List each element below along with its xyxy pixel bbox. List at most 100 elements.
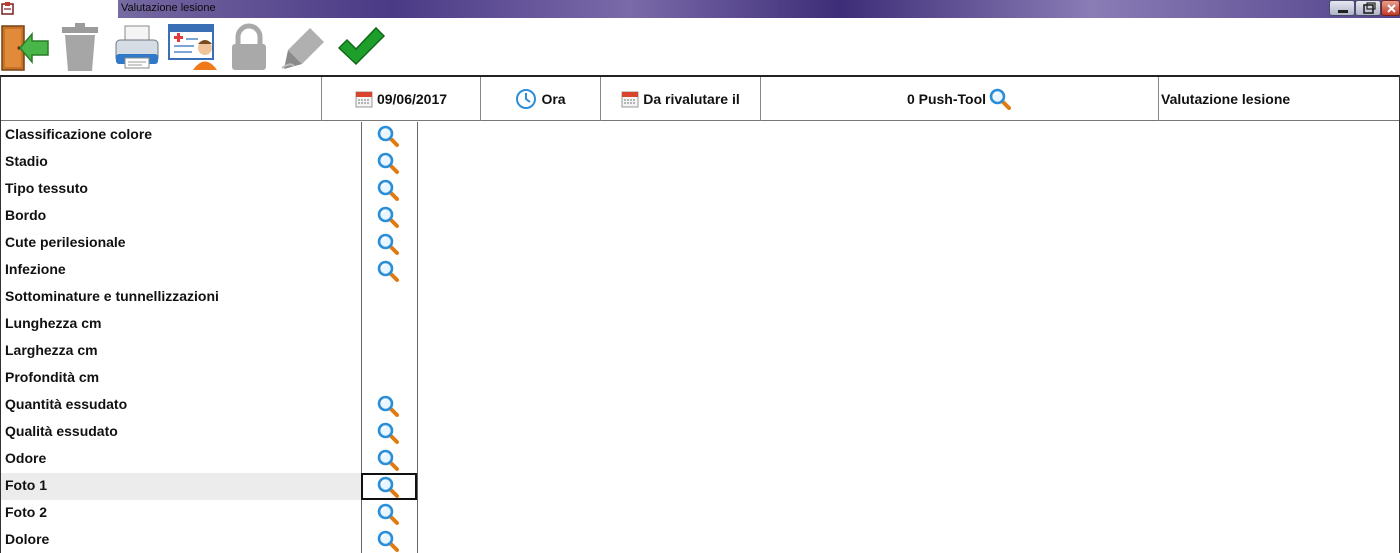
row-label: Larghezza cm — [5, 342, 98, 358]
sign-button[interactable] — [280, 22, 330, 72]
header-evaluation: Valutazione lesione — [1161, 91, 1291, 107]
calendar-icon — [355, 90, 373, 108]
header-evaluation-cell: Valutazione lesione — [1159, 77, 1399, 121]
table-row[interactable]: Odore — [1, 446, 1399, 473]
lookup-cell[interactable] — [361, 446, 417, 473]
search-icon[interactable] — [376, 124, 400, 148]
search-icon[interactable] — [988, 87, 1012, 111]
exit-button[interactable] — [0, 22, 50, 72]
lookup-cell — [361, 284, 417, 311]
row-label: Foto 2 — [5, 504, 47, 520]
row-label: Classificazione colore — [5, 126, 153, 142]
search-icon[interactable] — [376, 421, 400, 445]
lookup-cell[interactable] — [361, 392, 417, 419]
close-icon — [1387, 4, 1396, 13]
lookup-cell[interactable] — [361, 230, 417, 257]
restore-button[interactable] — [1355, 0, 1381, 16]
search-icon[interactable] — [376, 151, 400, 175]
table-row[interactable]: Foto 1 — [1, 473, 1399, 500]
lookup-cell[interactable] — [361, 419, 417, 446]
search-icon[interactable] — [376, 232, 400, 256]
table-row[interactable]: Larghezza cm — [1, 338, 1399, 365]
row-label: Dolore — [5, 531, 50, 547]
print-button[interactable] — [112, 22, 162, 72]
lookup-cell[interactable] — [361, 500, 417, 527]
lookup-cell — [361, 365, 417, 392]
patient-record-button[interactable] — [168, 22, 218, 72]
exit-door-icon — [1, 25, 49, 71]
lookup-cell[interactable] — [361, 203, 417, 230]
minimize-icon — [1338, 10, 1348, 13]
search-icon[interactable] — [376, 502, 400, 526]
row-label: Foto 1 — [1, 473, 361, 500]
row-label: Odore — [5, 450, 47, 466]
window-title: Valutazione lesione — [121, 2, 216, 14]
delete-button[interactable] — [56, 22, 106, 72]
table-row[interactable]: Cute perilesionale — [1, 230, 1399, 257]
table-row[interactable]: Infezione — [1, 257, 1399, 284]
search-icon[interactable] — [376, 529, 400, 553]
row-label: Lunghezza cm — [5, 315, 102, 331]
row-label: Tipo tessuto — [5, 180, 88, 196]
lookup-cell[interactable] — [361, 149, 417, 176]
table-row[interactable]: Profondità cm — [1, 365, 1399, 392]
confirm-button[interactable] — [336, 22, 386, 72]
lookup-cell[interactable] — [361, 473, 417, 500]
search-icon[interactable] — [376, 394, 400, 418]
lookup-cell[interactable] — [361, 257, 417, 284]
table-row[interactable]: Quantità essudato — [1, 392, 1399, 419]
printer-icon — [115, 25, 159, 69]
row-label: Qualità essudato — [5, 423, 118, 439]
header-time: Ora — [541, 91, 566, 107]
patient-card-icon — [168, 24, 217, 70]
header-revaluate-cell[interactable]: Da rivalutare il — [601, 77, 761, 121]
search-icon[interactable] — [376, 475, 400, 499]
row-label: Bordo — [5, 207, 47, 223]
table-row[interactable]: Lunghezza cm — [1, 311, 1399, 338]
lesion-grid: 09/06/2017 Ora Da rivalutare il 0 Push-T… — [0, 75, 1400, 553]
checkmark-icon — [337, 26, 386, 66]
row-label: Stadio — [5, 153, 48, 169]
app-icon-area — [0, 0, 118, 18]
table-row[interactable]: Stadio — [1, 149, 1399, 176]
clock-icon — [516, 89, 537, 109]
header-push-tool-cell[interactable]: 0 Push-Tool — [761, 77, 1159, 121]
lookup-cell — [361, 338, 417, 365]
close-button[interactable] — [1381, 0, 1400, 16]
app-icon — [1, 2, 14, 15]
table-row[interactable]: Tipo tessuto — [1, 176, 1399, 203]
search-icon[interactable] — [376, 259, 400, 283]
row-label: Profondità cm — [5, 369, 100, 385]
header-time-cell[interactable]: Ora — [481, 77, 601, 121]
lock-icon — [232, 23, 266, 70]
header-revaluate: Da rivalutare il — [643, 91, 740, 107]
row-label: Quantità essudato — [5, 396, 128, 412]
row-label: Sottominature e tunnellizzazioni — [5, 288, 219, 304]
lookup-cell[interactable] — [361, 122, 417, 149]
row-label: Cute perilesionale — [5, 234, 126, 250]
lookup-cell[interactable] — [361, 176, 417, 203]
search-icon[interactable] — [376, 205, 400, 229]
lookup-cell — [361, 311, 417, 338]
table-row[interactable]: Sottominature e tunnellizzazioni — [1, 284, 1399, 311]
minimize-button[interactable] — [1329, 0, 1355, 16]
restore-icon — [1363, 2, 1376, 14]
toolbar — [0, 18, 1400, 74]
search-icon[interactable] — [376, 448, 400, 472]
table-row[interactable]: Classificazione colore — [1, 122, 1399, 149]
header-empty-cell — [1, 77, 321, 121]
table-row[interactable]: Qualità essudato — [1, 419, 1399, 446]
table-row[interactable]: Dolore — [1, 527, 1399, 553]
table-row[interactable]: Foto 2 — [1, 500, 1399, 527]
table-row[interactable]: Bordo — [1, 203, 1399, 230]
header-date-cell[interactable]: 09/06/2017 — [321, 77, 481, 121]
grid-header: 09/06/2017 Ora Da rivalutare il 0 Push-T… — [1, 77, 1399, 121]
calendar-icon — [621, 90, 639, 108]
header-date: 09/06/2017 — [376, 91, 448, 107]
search-icon[interactable] — [376, 178, 400, 202]
row-label: Infezione — [5, 261, 66, 277]
lock-button[interactable] — [224, 22, 274, 72]
pen-icon — [281, 28, 324, 69]
lookup-cell[interactable] — [361, 527, 417, 553]
trash-icon — [62, 23, 98, 71]
